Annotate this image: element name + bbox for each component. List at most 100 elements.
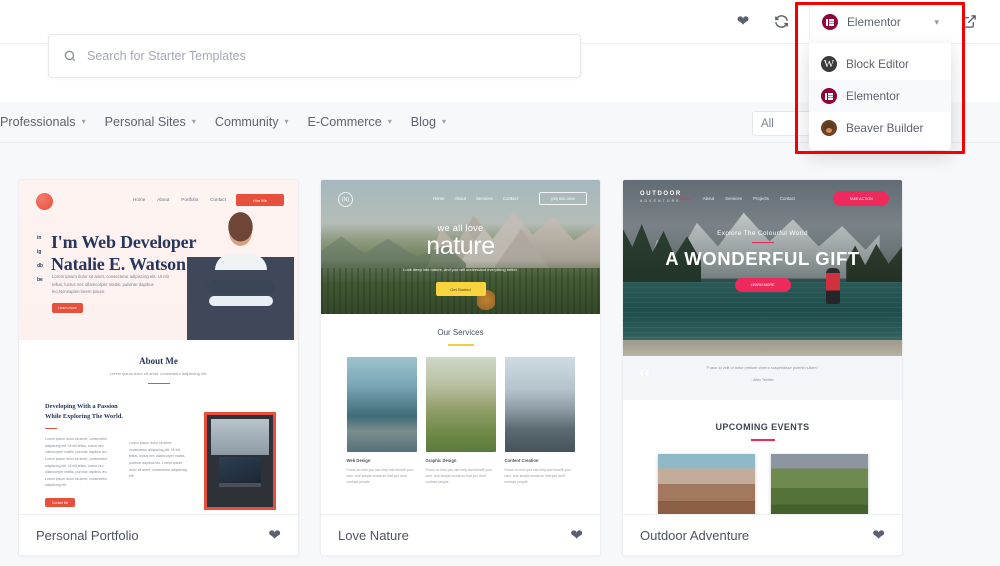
preview-nav-item: Home [133, 197, 146, 202]
preview-event-image [770, 454, 868, 515]
search-box[interactable] [48, 34, 581, 78]
nav-label: Community [214, 115, 279, 129]
preview-nav-item: Services [725, 196, 742, 201]
dropdown-option-elementor[interactable]: Elementor [809, 80, 951, 112]
nav-item-blog[interactable]: Blog ▾ [411, 115, 446, 129]
preview-logo-subtext: ADVENTURE [640, 199, 681, 203]
preview-service-card: Content Creation Focus on how you can he… [504, 356, 575, 486]
preview-contact-button: Contact Me [45, 498, 75, 507]
preview-service-image [425, 356, 496, 452]
template-card-love-nature[interactable]: (N) Home About Services Contact (00) 000… [320, 179, 601, 556]
preview-hero-sup: Explore The Colourful World [717, 230, 808, 237]
sync-button[interactable] [764, 5, 798, 39]
nav-label: Professionals [0, 115, 76, 129]
template-grid: Home About Portfolio Contact Hire Me in … [18, 179, 903, 556]
builder-dropdown-trigger[interactable]: Elementor ▾ [809, 4, 951, 40]
preview-service-image [504, 356, 575, 452]
preview-events-title: UPCOMING EVENTS [715, 422, 810, 432]
open-external-button[interactable] [952, 5, 986, 39]
template-title: Outdoor Adventure [640, 527, 750, 543]
preview-nav: Home About Services Projects Contact [680, 196, 795, 201]
preview-events-section: UPCOMING EVENTS [623, 400, 902, 515]
dropdown-option-beaver-builder[interactable]: Beaver Builder [809, 112, 951, 144]
preview-heading-line1: I'm Web Developer [51, 232, 197, 252]
preview-divider [45, 428, 57, 430]
nav-item-professionals[interactable]: Professionals ▾ [0, 115, 86, 129]
template-preview: Home About Portfolio Contact Hire Me in … [19, 180, 298, 515]
preview-service-desc: Focus on how you can help and benefit yo… [425, 467, 493, 485]
template-card-personal-portfolio[interactable]: Home About Portfolio Contact Hire Me in … [18, 179, 299, 556]
preview-nav-item: Projects [752, 196, 769, 201]
chevron-down-icon: ▾ [191, 117, 196, 126]
preview-about-heading: About Me [139, 356, 178, 366]
nav-label: Personal Sites [104, 115, 186, 129]
search-input[interactable] [87, 49, 566, 63]
preview-learn-more-button: Learn more [52, 303, 83, 313]
preview-social-icons: in ig db be [37, 235, 43, 283]
preview-nav-item: Portfolio [181, 197, 199, 202]
preview-nav-item: Contact [779, 196, 795, 201]
linkedin-icon: in [37, 235, 42, 241]
dropdown-option-label: Block Editor [846, 57, 909, 71]
favorites-icon[interactable]: ❤ [726, 5, 760, 39]
preview-get-started-button: Get Started [435, 282, 486, 296]
category-nav-items: Professionals ▾ Personal Sites ▾ Communi… [0, 115, 446, 129]
preview-quote-text: "Fusce id velit ut tortor pretium viverr… [705, 366, 820, 370]
preview-quote-author: - Allen Tendler [751, 378, 774, 382]
favorite-heart-icon[interactable]: ❤ [268, 526, 281, 544]
preview-hero: (N) Home About Services Contact (00) 000… [321, 180, 600, 314]
preview-logo-icon [36, 193, 53, 210]
chevron-down-icon: ▾ [284, 117, 289, 126]
search-icon [64, 50, 76, 62]
preview-logo-text: OUTDOOR [640, 191, 682, 197]
preview-nav-item: Services [476, 196, 493, 201]
template-card-footer: Outdoor Adventure ❤ [623, 514, 902, 555]
preview-event-image [657, 454, 755, 515]
wordpress-icon: W [821, 56, 837, 72]
dropdown-option-label: Beaver Builder [846, 121, 924, 135]
preview-hero: Home About Portfolio Contact Hire Me in … [19, 180, 298, 340]
preview-about-section: About Me Lorem ipsum dolor sit amet, con… [19, 340, 298, 515]
preview-divider [750, 439, 775, 441]
preview-logo-icon: (N) [338, 192, 353, 207]
preview-heading: I'm Web Developer Natalie E. Watson [51, 232, 196, 276]
dribbble-icon: db [37, 263, 44, 269]
preview-service-image [346, 356, 417, 452]
preview-quote-section: “ "Fusce id velit ut tortor pretium vive… [623, 356, 902, 400]
nav-label: Blog [410, 115, 436, 129]
preview-person-photo [187, 202, 294, 340]
favorite-heart-icon[interactable]: ❤ [570, 526, 583, 544]
instagram-icon: ig [37, 249, 42, 255]
preview-paragraph: Lorem ipsum dolor sit amet, consectetur … [52, 274, 169, 295]
preview-nav: Home About Services Contact [433, 196, 518, 201]
nav-item-personal-sites[interactable]: Personal Sites ▾ [105, 115, 196, 129]
preview-event-images [623, 454, 902, 515]
preview-hero: OUTDOOR ADVENTURE Home About Services Pr… [623, 180, 902, 356]
elementor-icon [822, 14, 838, 30]
preview-hero-title: nature [426, 232, 495, 260]
starter-templates-page: ❤ Professionals ▾ [0, 0, 1000, 566]
chevron-down-icon: ▾ [441, 117, 446, 126]
preview-nav-item: Home [679, 196, 692, 201]
preview-shore [623, 340, 902, 356]
preview-about-sub: Lorem ipsum dolor sit amet, consectetur … [109, 371, 208, 376]
nav-item-community[interactable]: Community ▾ [215, 115, 289, 129]
favorite-heart-icon[interactable]: ❤ [872, 526, 885, 544]
nav-item-e-commerce[interactable]: E-Commerce ▾ [308, 115, 392, 129]
preview-take-action-button: TAKE ACTION [833, 191, 889, 206]
preview-divider [147, 383, 170, 385]
chevron-down-icon: ▾ [934, 16, 939, 27]
preview-learn-more-button: LEARN MORE [734, 278, 791, 292]
template-preview: OUTDOOR ADVENTURE Home About Services Pr… [623, 180, 902, 515]
preview-service-cards: Web Design Focus on how you can help and… [321, 356, 600, 486]
preview-divider [447, 344, 474, 346]
preview-section-title: Our Services [437, 328, 484, 337]
dropdown-option-block-editor[interactable]: W Block Editor [809, 48, 951, 80]
preview-column-1: Lorem ipsum dolor sit amet, consectetur … [45, 437, 108, 488]
preview-sub-heading: Developing With a Passion While Explorin… [45, 403, 123, 420]
heart-icon: ❤ [736, 13, 750, 30]
preview-service-card: Web Design Focus on how you can help and… [346, 356, 417, 486]
template-card-outdoor-adventure[interactable]: OUTDOOR ADVENTURE Home About Services Pr… [622, 179, 903, 556]
preview-nav-item: About [157, 197, 170, 202]
preview-nav-item: Contact [502, 196, 518, 201]
